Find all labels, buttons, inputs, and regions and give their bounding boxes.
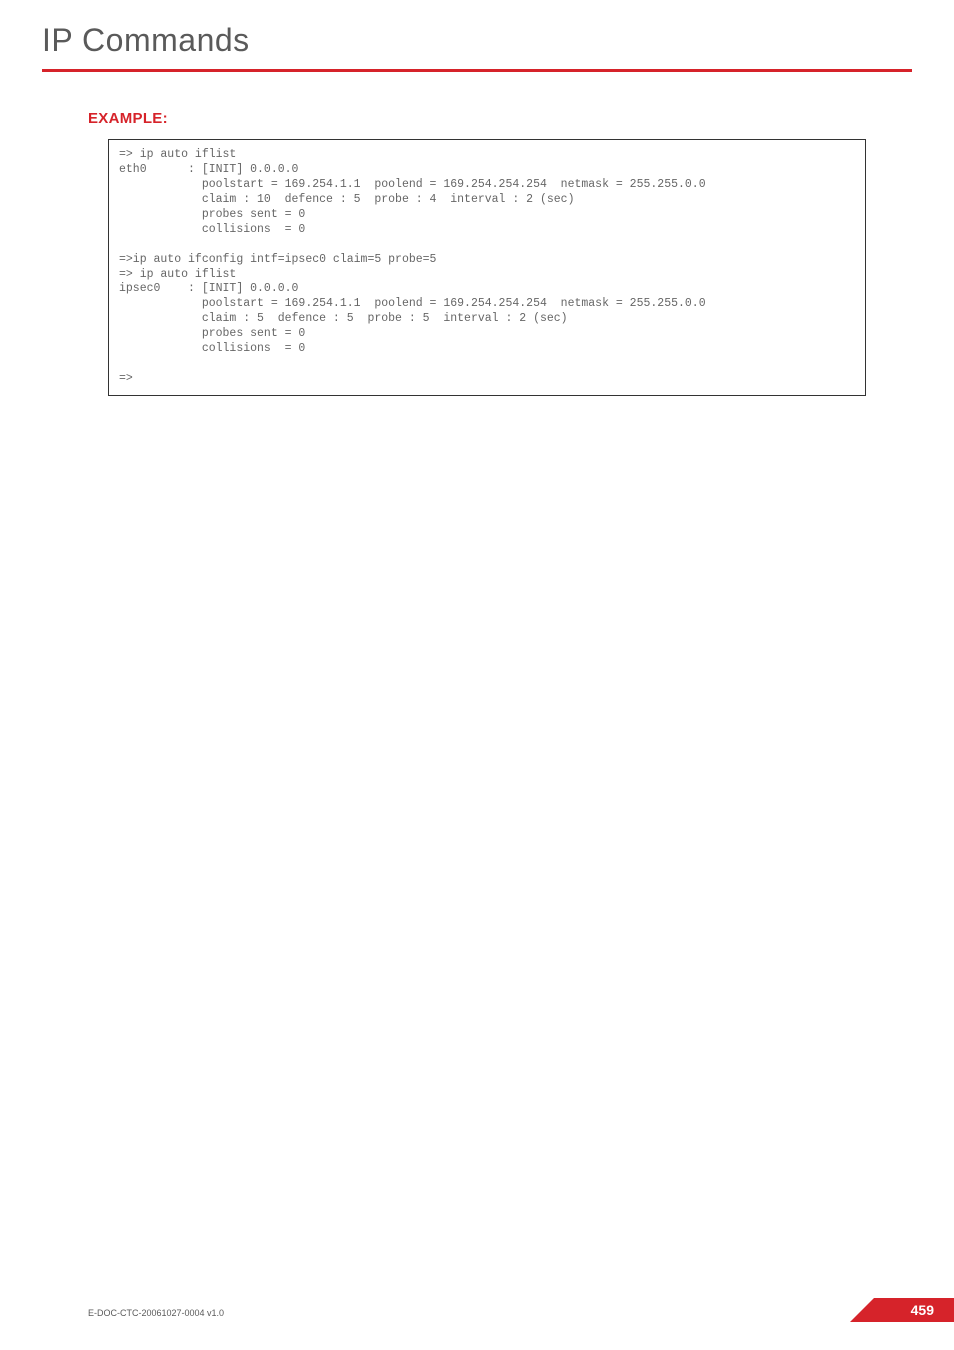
footer-doc-id: E-DOC-CTC-20061027-0004 v1.0 bbox=[88, 1308, 224, 1318]
page-title: IP Commands bbox=[0, 0, 954, 59]
code-example-text: => ip auto iflist eth0 : [INIT] 0.0.0.0 … bbox=[119, 148, 855, 387]
code-example-box: => ip auto iflist eth0 : [INIT] 0.0.0.0 … bbox=[108, 139, 866, 396]
page-number: 459 bbox=[911, 1302, 934, 1318]
page-badge-triangle bbox=[850, 1298, 874, 1322]
title-divider bbox=[42, 69, 912, 72]
example-heading: EXAMPLE: bbox=[88, 110, 954, 127]
page-footer: E-DOC-CTC-20061027-0004 v1.0 459 bbox=[0, 1298, 954, 1322]
